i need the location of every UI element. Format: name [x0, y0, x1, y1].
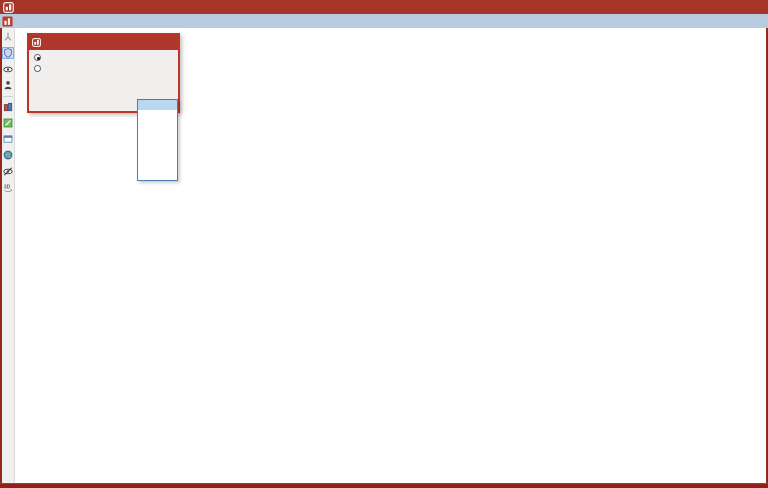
delete-assignment-radio[interactable] [34, 65, 41, 72]
app-logo-icon [3, 1, 14, 13]
eye-off-icon[interactable] [2, 165, 14, 177]
dropdown-option-level-3[interactable] [138, 150, 177, 160]
dropdown-option-level-4[interactable] [138, 140, 177, 150]
assign-radio[interactable] [34, 54, 41, 61]
figure-icon[interactable] [2, 31, 14, 43]
window-bottom-border [0, 483, 768, 488]
eye-icon[interactable] [2, 63, 14, 75]
delete-assignment-radio-row[interactable] [34, 65, 178, 72]
dropdown-option-level-7[interactable] [138, 110, 177, 120]
rotate-3d-icon[interactable]: 3D [2, 181, 14, 193]
layers-icon[interactable] [2, 101, 14, 113]
toolbar-divider [3, 96, 13, 97]
pencil-icon[interactable] [2, 117, 14, 129]
dropdown-option-level-8[interactable] [138, 100, 177, 110]
shield-icon[interactable] [2, 47, 14, 59]
dropdown-option-level-2[interactable] [138, 160, 177, 170]
dialog-logo-icon [32, 38, 41, 47]
dropdown-option-level-5[interactable] [138, 130, 177, 140]
assign-radio-row[interactable] [34, 54, 178, 61]
dropdown-option-level-1[interactable] [138, 170, 177, 180]
dropdown-option-level-6[interactable] [138, 120, 177, 130]
diaphragm-dropdown-list [137, 99, 178, 181]
dialog-titlebar [29, 35, 178, 50]
view-tabbar [0, 14, 768, 28]
left-toolbar: 3D [2, 28, 15, 483]
model-view-icon [2, 15, 13, 27]
globe-icon[interactable] [2, 149, 14, 161]
application-window: 3D [0, 0, 768, 488]
svg-text:3D: 3D [4, 184, 11, 190]
window-icon[interactable] [2, 133, 14, 145]
window-titlebar [0, 0, 768, 14]
avatar-icon[interactable] [2, 79, 14, 91]
